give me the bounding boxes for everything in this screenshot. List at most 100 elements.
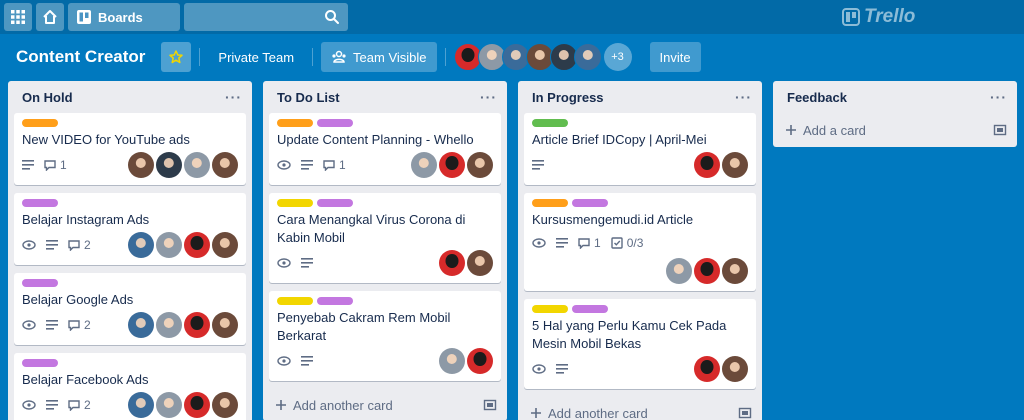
avatar[interactable] [467,152,493,178]
card-template-icon[interactable] [738,406,752,420]
card-members [128,152,238,178]
visibility-button[interactable]: Team Visible [321,42,437,72]
list-header: To Do List ··· [263,81,507,113]
list-menu-icon[interactable]: ··· [990,89,1007,105]
card[interactable]: Update Content Planning - Whello 1 [269,113,501,185]
watching-icon [22,240,36,250]
more-members-button[interactable]: +3 [603,43,632,71]
comment-icon [68,239,80,251]
boards-button[interactable]: Boards [68,3,180,31]
avatar[interactable] [722,152,748,178]
plus-icon [531,408,541,418]
list-header: Feedback ··· [773,81,1017,113]
avatar[interactable] [467,348,493,374]
avatar[interactable] [722,258,748,284]
add-card-button[interactable]: Add another card [518,397,762,420]
card-labels [277,297,493,305]
card-badges [277,258,313,268]
list-title[interactable]: On Hold [22,90,73,105]
team-button[interactable]: Private Team [208,42,304,72]
list-menu-icon[interactable]: ··· [735,89,752,105]
list-menu-icon[interactable]: ··· [480,89,497,105]
list-header: In Progress ··· [518,81,762,113]
card-list: Update Content Planning - Whello 1 Cara … [263,113,507,381]
boards-icon [77,10,91,24]
checklist-icon [610,237,623,249]
trello-logo: Trello [842,6,915,28]
card-template-icon[interactable] [483,398,497,412]
avatar[interactable] [156,152,182,178]
description-icon [301,258,313,268]
avatar[interactable] [722,356,748,382]
avatar[interactable] [156,392,182,418]
avatar[interactable] [128,232,154,258]
avatar[interactable] [212,152,238,178]
watching-icon [532,364,546,374]
card[interactable]: Cara Menangkal Virus Corona di Kabin Mob… [269,193,501,283]
label-yellow [532,305,568,313]
board-title[interactable]: Content Creator [8,47,153,67]
team-icon [332,50,346,63]
home-button[interactable] [36,3,64,31]
card-title: Belajar Google Ads [22,292,134,307]
card-badges: 2 [22,238,91,252]
avatar[interactable] [573,43,602,71]
add-card-button[interactable]: Add another card [263,389,507,420]
checklist-count: 0/3 [626,236,644,250]
list-menu-icon[interactable]: ··· [225,89,242,105]
trello-logo-icon [842,8,860,26]
avatar[interactable] [184,392,210,418]
avatar[interactable] [439,250,465,276]
list-title[interactable]: Feedback [787,90,847,105]
card[interactable]: 5 Hal yang Perlu Kamu Cek Pada Mesin Mob… [524,299,756,389]
card[interactable]: Belajar Google Ads 2 [14,273,246,345]
avatar[interactable] [184,152,210,178]
avatar[interactable] [694,152,720,178]
star-button[interactable] [161,42,192,72]
avatar[interactable] [467,250,493,276]
card[interactable]: Article Brief IDCopy | April-Mei [524,113,756,185]
avatar[interactable] [184,312,210,338]
list-title[interactable]: To Do List [277,90,340,105]
avatar[interactable] [212,232,238,258]
star-icon [169,50,184,64]
card-labels [22,359,238,367]
avatar[interactable] [128,312,154,338]
description-icon [22,160,34,170]
add-card-label: Add another card [548,405,648,420]
add-card-button[interactable]: Add a card [773,113,1017,147]
avatar[interactable] [212,312,238,338]
card[interactable]: New VIDEO for YouTube ads 1 [14,113,246,185]
card[interactable]: Belajar Instagram Ads 2 [14,193,246,265]
avatar[interactable] [156,232,182,258]
search-input[interactable] [184,3,348,31]
card-footer [532,151,748,179]
avatar[interactable] [128,152,154,178]
card[interactable]: Penyebab Cakram Rem Mobil Berkarat [269,291,501,381]
comments-badge: 2 [68,398,91,412]
card-labels [532,199,748,207]
card[interactable]: Kursusmengemudi.id Article 1 0/3 [524,193,756,291]
avatar[interactable] [184,232,210,258]
invite-button[interactable]: Invite [649,42,701,72]
avatar[interactable] [694,258,720,284]
avatar[interactable] [212,392,238,418]
avatar[interactable] [439,152,465,178]
add-card-label: Add a card [803,122,866,138]
avatar[interactable] [128,392,154,418]
comment-count: 1 [594,236,601,250]
avatar[interactable] [694,356,720,382]
apps-menu-button[interactable] [4,3,32,31]
visibility-label: Team Visible [353,49,427,65]
description-icon [46,400,58,410]
avatar[interactable] [666,258,692,284]
avatar[interactable] [439,348,465,374]
card-labels [532,305,748,313]
avatar[interactable] [411,152,437,178]
label-orange [532,199,568,207]
avatar[interactable] [156,312,182,338]
list-title[interactable]: In Progress [532,90,604,105]
label-purple [22,279,58,287]
card-template-icon[interactable] [993,123,1007,137]
card[interactable]: Belajar Facebook Ads 2 [14,353,246,420]
